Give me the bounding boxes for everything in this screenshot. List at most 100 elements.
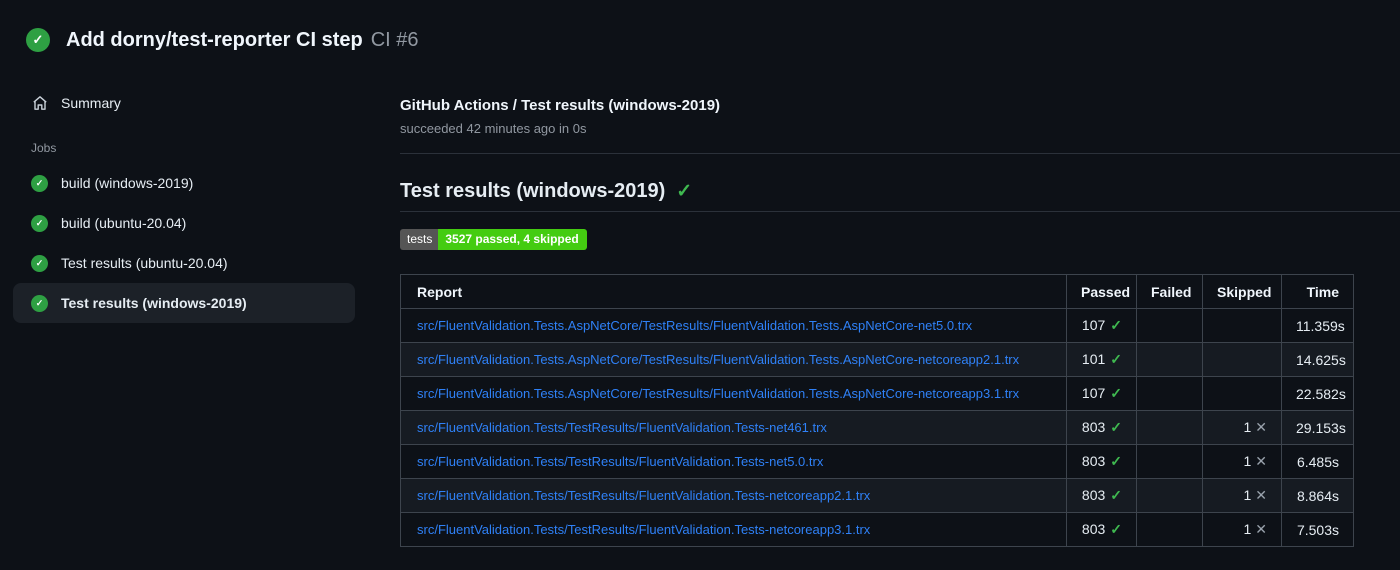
- col-header-passed: Passed: [1066, 274, 1137, 309]
- sidebar-item-summary[interactable]: Summary: [13, 83, 355, 123]
- failed-cell: [1136, 376, 1203, 411]
- passed-cell: 803 ✓: [1066, 512, 1137, 547]
- skipped-cell: [1202, 342, 1282, 377]
- report-cell: src/FluentValidation.Tests.AspNetCore/Te…: [400, 376, 1067, 411]
- skipped-cell: [1202, 308, 1282, 343]
- passed-cell: 803 ✓: [1066, 478, 1137, 513]
- time-cell: 29.153s: [1281, 410, 1354, 445]
- run-title-line: Add dorny/test-reporter CI step CI #6: [66, 29, 419, 52]
- report-file-link[interactable]: src/FluentValidation.Tests/TestResults/F…: [417, 420, 827, 435]
- cross-icon: ✕: [1255, 419, 1267, 435]
- report-table-body: src/FluentValidation.Tests.AspNetCore/Te…: [400, 308, 1354, 547]
- check-icon: ✓: [1110, 351, 1122, 367]
- table-row: src/FluentValidation.Tests.AspNetCore/Te…: [400, 342, 1354, 377]
- divider: [400, 153, 1400, 154]
- run-success-circle-icon: ✓: [26, 28, 50, 52]
- job-success-circle-icon: ✓: [31, 294, 48, 312]
- time-cell: 7.503s: [1281, 512, 1354, 547]
- report-cell: src/FluentValidation.Tests.AspNetCore/Te…: [400, 342, 1067, 377]
- failed-cell: [1136, 478, 1203, 513]
- failed-cell: [1136, 342, 1203, 377]
- time-cell: 6.485s: [1281, 444, 1354, 479]
- jobs-section-label: Jobs: [31, 141, 57, 155]
- col-header-report: Report: [400, 274, 1067, 309]
- job-success-circle-icon: ✓: [31, 174, 48, 192]
- check-run-status-text: succeeded 42 minutes ago in 0s: [400, 121, 587, 136]
- check-icon: ✓: [1110, 453, 1122, 469]
- col-header-time: Time: [1281, 274, 1354, 309]
- report-cell: src/FluentValidation.Tests/TestResults/F…: [400, 478, 1067, 513]
- check-icon: ✓: [1110, 521, 1122, 537]
- report-cell: src/FluentValidation.Tests/TestResults/F…: [400, 512, 1067, 547]
- workflow-run-number: CI #6: [370, 28, 419, 51]
- col-header-failed: Failed: [1136, 274, 1203, 309]
- table-row: src/FluentValidation.Tests/TestResults/F…: [400, 478, 1354, 513]
- report-cell: src/FluentValidation.Tests.AspNetCore/Te…: [400, 308, 1067, 343]
- job-label: build (windows-2019): [61, 175, 194, 191]
- badge-label: tests: [400, 229, 439, 250]
- section-heading: Test results (windows-2019) ✓: [400, 179, 1400, 204]
- cross-icon: ✕: [1255, 521, 1267, 537]
- cross-icon: ✕: [1255, 487, 1267, 503]
- workflow-run-header: ✓ Add dorny/test-reporter CI step CI #6: [0, 0, 1400, 52]
- table-row: src/FluentValidation.Tests/TestResults/F…: [400, 410, 1354, 445]
- job-success-circle-icon: ✓: [31, 254, 48, 272]
- report-file-link[interactable]: src/FluentValidation.Tests/TestResults/F…: [417, 488, 870, 503]
- tests-badge: tests 3527 passed, 4 skipped: [400, 229, 587, 250]
- failed-cell: [1136, 308, 1203, 343]
- job-success-circle-icon: ✓: [31, 214, 48, 232]
- report-file-link[interactable]: src/FluentValidation.Tests.AspNetCore/Te…: [417, 352, 1019, 367]
- sidebar-item-job-build-ubuntu[interactable]: ✓ build (ubuntu-20.04): [13, 203, 355, 243]
- divider: [400, 211, 1400, 212]
- test-results-table: Report Passed Failed Skipped Time src/Fl…: [400, 274, 1354, 547]
- failed-cell: [1136, 444, 1203, 479]
- sidebar-summary-label: Summary: [61, 95, 121, 111]
- skipped-cell: 1 ✕: [1202, 410, 1282, 445]
- check-icon: ✓: [1110, 385, 1122, 401]
- home-icon: [31, 95, 48, 111]
- time-cell: 14.625s: [1281, 342, 1354, 377]
- success-check-icon: ✓: [676, 181, 693, 202]
- check-icon: ✓: [1110, 487, 1122, 503]
- time-cell: 22.582s: [1281, 376, 1354, 411]
- table-header-row: Report Passed Failed Skipped Time: [400, 274, 1354, 309]
- report-cell: src/FluentValidation.Tests/TestResults/F…: [400, 444, 1067, 479]
- time-cell: 11.359s: [1281, 308, 1354, 343]
- check-icon: ✓: [1110, 317, 1122, 333]
- cross-icon: ✕: [1255, 453, 1267, 469]
- time-cell: 8.864s: [1281, 478, 1354, 513]
- col-header-skipped: Skipped: [1202, 274, 1282, 309]
- report-file-link[interactable]: src/FluentValidation.Tests/TestResults/F…: [417, 454, 823, 469]
- table-row: src/FluentValidation.Tests/TestResults/F…: [400, 512, 1354, 547]
- report-file-link[interactable]: src/FluentValidation.Tests.AspNetCore/Te…: [417, 386, 1019, 401]
- skipped-cell: 1 ✕: [1202, 512, 1282, 547]
- sidebar-item-job-test-results-windows[interactable]: ✓ Test results (windows-2019): [13, 283, 355, 323]
- badge-value: 3527 passed, 4 skipped: [438, 229, 587, 250]
- check-icon: ✓: [1110, 419, 1122, 435]
- workflow-run-title: Add dorny/test-reporter CI step: [66, 28, 363, 51]
- passed-cell: 107 ✓: [1066, 308, 1137, 343]
- report-file-link[interactable]: src/FluentValidation.Tests/TestResults/F…: [417, 522, 870, 537]
- table-row: src/FluentValidation.Tests.AspNetCore/Te…: [400, 376, 1354, 411]
- job-label: build (ubuntu-20.04): [61, 215, 187, 231]
- skipped-cell: 1 ✕: [1202, 444, 1282, 479]
- skipped-cell: [1202, 376, 1282, 411]
- check-run-main: GitHub Actions / Test results (windows-2…: [400, 83, 1400, 547]
- section-title: Test results (windows-2019): [400, 180, 666, 202]
- report-cell: src/FluentValidation.Tests/TestResults/F…: [400, 410, 1067, 445]
- failed-cell: [1136, 410, 1203, 445]
- jobs-sidebar: Summary Jobs ✓ build (windows-2019) ✓ bu…: [0, 83, 400, 547]
- passed-cell: 803 ✓: [1066, 410, 1137, 445]
- report-file-link[interactable]: src/FluentValidation.Tests.AspNetCore/Te…: [417, 318, 972, 333]
- sidebar-item-job-test-results-ubuntu[interactable]: ✓ Test results (ubuntu-20.04): [13, 243, 355, 283]
- passed-cell: 803 ✓: [1066, 444, 1137, 479]
- sidebar-item-job-build-windows[interactable]: ✓ build (windows-2019): [13, 163, 355, 203]
- job-label: Test results (windows-2019): [61, 295, 247, 311]
- failed-cell: [1136, 512, 1203, 547]
- job-label: Test results (ubuntu-20.04): [61, 255, 228, 271]
- check-run-title: GitHub Actions / Test results (windows-2…: [400, 97, 721, 114]
- table-row: src/FluentValidation.Tests/TestResults/F…: [400, 444, 1354, 479]
- passed-cell: 107 ✓: [1066, 376, 1137, 411]
- skipped-cell: 1 ✕: [1202, 478, 1282, 513]
- table-row: src/FluentValidation.Tests.AspNetCore/Te…: [400, 308, 1354, 343]
